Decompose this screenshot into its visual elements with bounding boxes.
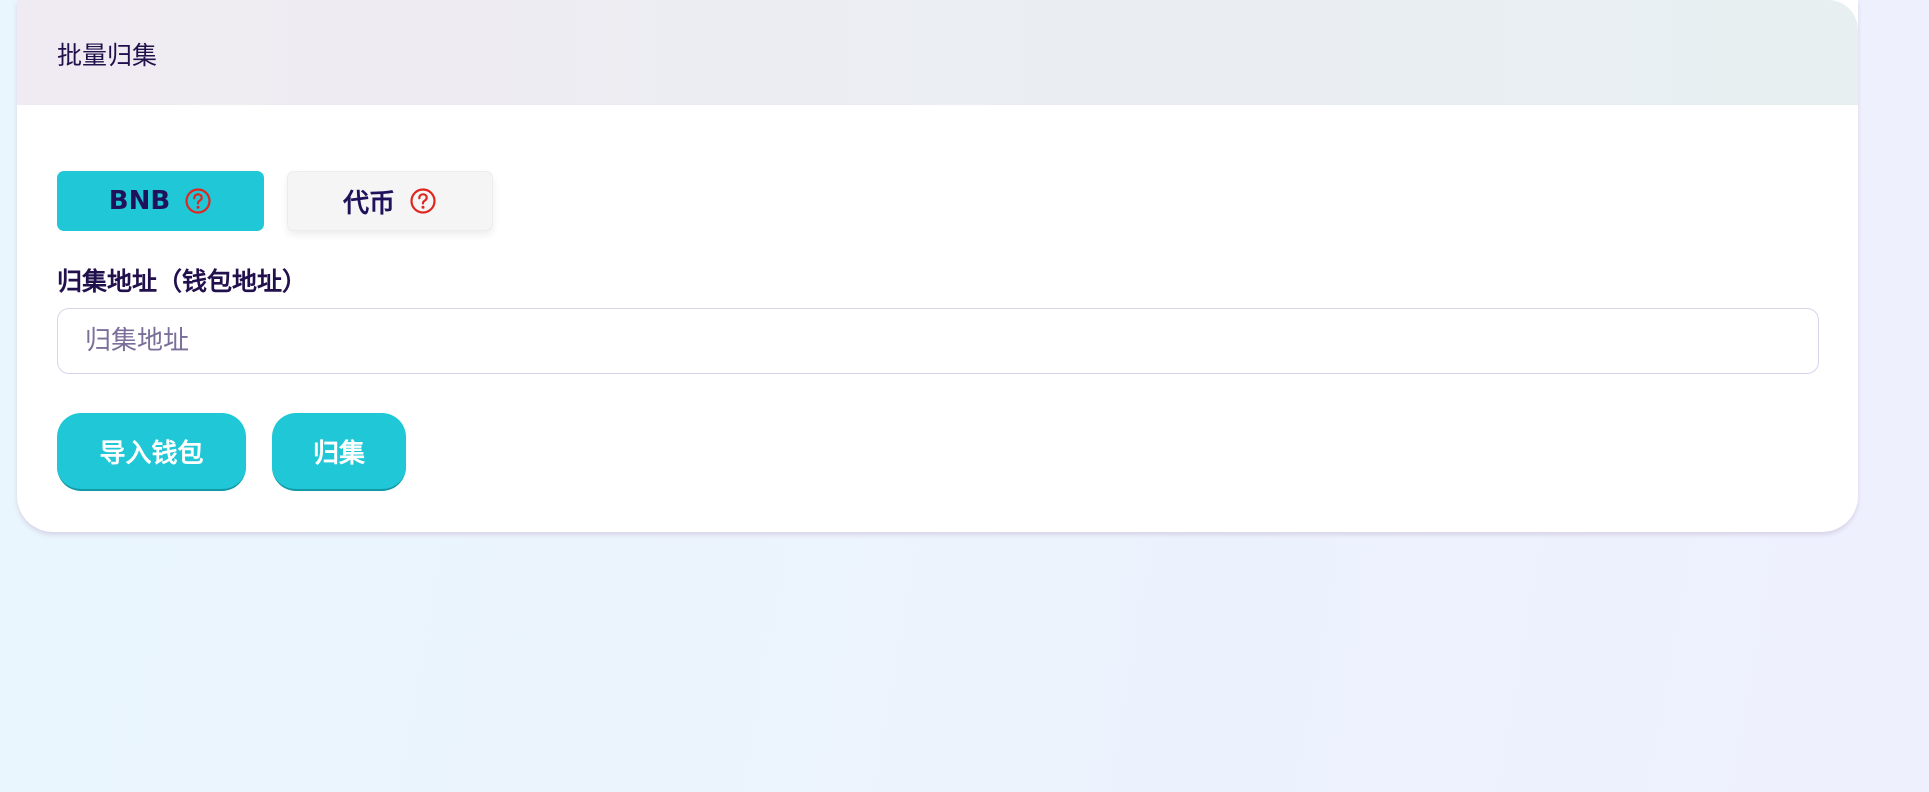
- help-circle-icon[interactable]: [184, 187, 212, 215]
- card-header: 批量归集: [17, 0, 1858, 105]
- help-circle-icon[interactable]: [409, 187, 437, 215]
- collect-button[interactable]: 归集: [272, 413, 406, 491]
- collect-address-input[interactable]: [57, 308, 1819, 374]
- tab-bnb[interactable]: BNB: [57, 171, 264, 231]
- collect-address-label: 归集地址（钱包地址）: [57, 267, 308, 296]
- card-title: 批量归集: [57, 41, 158, 70]
- tab-bnb-label: BNB: [108, 186, 171, 216]
- batch-collect-card: 批量归集 BNB 代币 归集地址（钱包地址） 归集地址 导入钱包 归集: [17, 0, 1858, 532]
- import-wallet-button[interactable]: 导入钱包: [57, 413, 246, 491]
- action-buttons: 导入钱包 归集: [57, 413, 406, 491]
- tab-token-label: 代币: [342, 188, 395, 219]
- tab-token[interactable]: 代币: [287, 171, 493, 231]
- asset-tabs: BNB 代币: [57, 171, 493, 231]
